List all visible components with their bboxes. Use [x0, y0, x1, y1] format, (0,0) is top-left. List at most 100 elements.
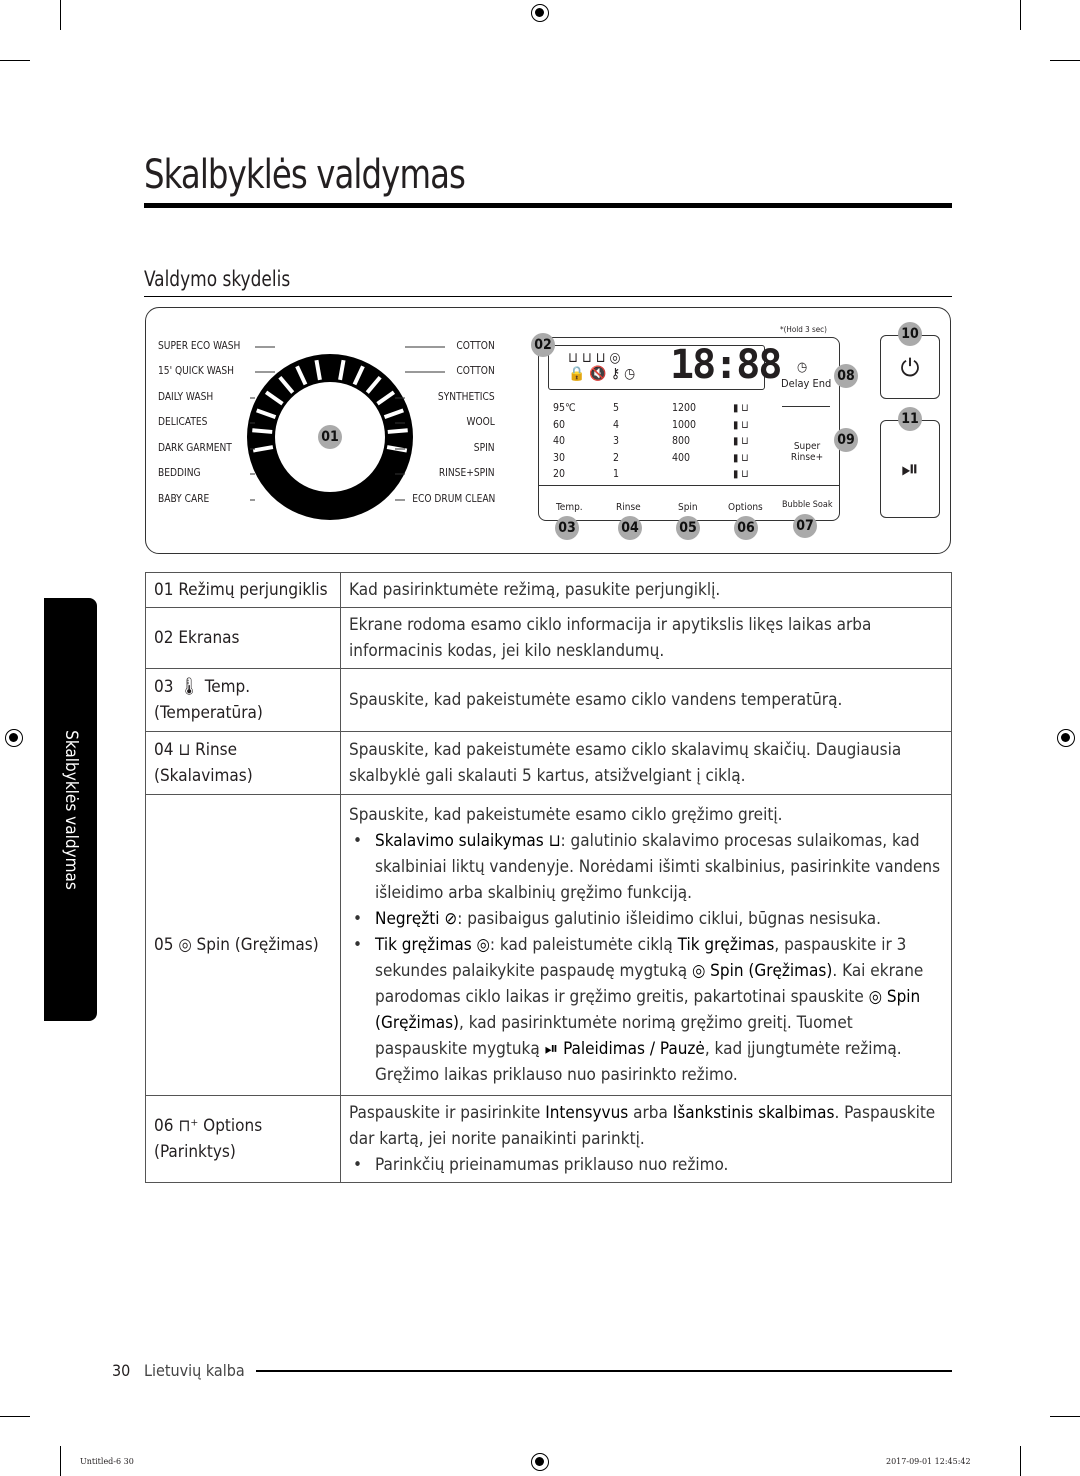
panel-button-rinse[interactable]: Rinse [616, 502, 641, 513]
page-title: Skalbyklės valdymas [144, 152, 466, 198]
row-label: 04 ⊔ Rinse (Skalavimas) [145, 731, 341, 795]
crop-mark [1050, 1416, 1080, 1417]
row-label: 02 Ekranas [145, 607, 341, 669]
text: Kad pasirinktumėte režimą, pasukite perj… [349, 580, 721, 600]
program-label-left: BABY CARE [158, 492, 210, 505]
section-rule [144, 296, 952, 297]
option-indicator-icon: ▮ ⊔ [733, 418, 749, 431]
dial-tick [387, 428, 408, 434]
callout-badge: 01 [318, 425, 342, 449]
footer-language: Lietuvių kalba [144, 1361, 245, 1380]
paragraph: Kad pasirinktumėte režimą, pasukite perj… [349, 577, 943, 603]
dial-tick [252, 428, 273, 434]
bullet-list: Skalavimo sulaikymas ⊔: galutinio skalav… [349, 828, 943, 1088]
text: Spauskite, kad pakeistumėte esamo ciklo … [349, 805, 783, 825]
section-title: Valdymo skydelis [144, 267, 291, 291]
side-tab-label: Skalbyklės valdymas [60, 729, 81, 890]
callout-badge: 06 [734, 516, 758, 540]
panel-button-options[interactable]: Options [728, 502, 763, 513]
page-number: 30 [112, 1361, 131, 1380]
row-label: 01 Režimų perjungiklis [145, 572, 341, 608]
option-indicator-icon: ▮ ⊔ [733, 402, 749, 414]
table-row: 01 Režimų perjungiklis Kad pasirinktumėte… [145, 572, 952, 608]
title-rule [144, 203, 952, 208]
program-label-left: DELICATES [158, 415, 208, 428]
option-indicator-icon: ▮ ⊔ [733, 451, 749, 464]
program-label-left: BEDDING [158, 466, 201, 479]
table-row: 06 ⊓⁺ Options (Parinktys) Paspauskite ir p… [145, 1095, 952, 1183]
row-label-line: 02 Ekranas [154, 628, 240, 648]
panel-button-temp-[interactable]: Temp. [556, 502, 583, 513]
callout-badge: 09 [834, 428, 858, 452]
text: Paspauskite ir pasirinkite [349, 1103, 546, 1123]
term: Skalavimo sulaikymas ⊔ [375, 831, 561, 851]
program-label-right: SPIN [474, 441, 495, 454]
option-indicator-icon: ▮ ⊔ [733, 468, 749, 480]
callout-badge: 08 [834, 364, 858, 388]
row-label-line: (Skalavimas) [154, 766, 253, 786]
bullet-item: Skalavimo sulaikymas ⊔: galutinio skalav… [349, 828, 943, 906]
table-row: 04 ⊔ Rinse (Skalavimas) Spauskite, kad pak… [145, 731, 952, 795]
text: Spauskite, kad pakeistumėte esamo ciklo … [349, 740, 902, 786]
paragraph: Spauskite, kad pakeistumėte esamo ciklo … [349, 737, 943, 789]
crop-mark [0, 60, 30, 61]
callout-badge: 11 [898, 407, 922, 431]
program-label-right: RINSE+SPIN [439, 466, 495, 479]
divider [782, 406, 830, 407]
side-tab: Skalbyklės valdymas [44, 598, 97, 1021]
level-spins: 1000 [672, 418, 697, 431]
option-indicator-icon: ▮ ⊔ [733, 435, 749, 447]
text: Parinkčių prieinamumas priklauso nuo rež… [375, 1155, 729, 1175]
row-description: Ekrane rodoma esamo ciklo informacija ir… [340, 607, 952, 669]
registration-mark-icon [531, 4, 549, 22]
level-temps: 60 [553, 418, 566, 431]
divider [538, 485, 840, 486]
row-label-line: (Temperatūra) [154, 703, 263, 723]
delay-end-label[interactable]: Delay End [781, 377, 831, 390]
program-label-right: WOOL [466, 415, 495, 428]
level-rinses: 1 [613, 468, 620, 480]
term: ◎ Spin (Gręžimas) [691, 961, 833, 981]
bullet-list: Parinkčių prieinamumas priklauso nuo rež… [349, 1152, 943, 1178]
row-description: Spauskite, kad pakeistumėte esamo ciklo … [340, 794, 952, 1096]
registration-mark-icon [5, 729, 23, 747]
bullet-item: Negręžti ⊘: pasibaigus galutinio išleidi… [349, 906, 943, 932]
paragraph: Spauskite, kad pakeistumėte esamo ciklo … [349, 687, 943, 713]
level-temps: 20 [553, 468, 566, 480]
row-label-line: 03 🌡 Temp. [154, 677, 251, 697]
callout-badge: 04 [618, 516, 642, 540]
term: Negręžti ⊘ [375, 909, 458, 929]
level-rinses: 3 [613, 435, 620, 447]
clock-icon: ◷ [797, 360, 808, 375]
print-info-right: 2017-09-01 12:45:42 [886, 1457, 971, 1466]
registration-mark-icon [531, 1453, 549, 1471]
row-label-line: 05 ◎ Spin (Gręžimas) [154, 935, 319, 955]
program-label-right: ECO DRUM CLEAN [411, 492, 495, 505]
table-row: 03 🌡 Temp. (Temperatūra) Spauskite, kad pa… [145, 668, 952, 732]
row-label: 03 🌡 Temp. (Temperatūra) [145, 668, 341, 732]
display-digits: 18:88 [670, 342, 782, 388]
row-label-line: 06 ⊓⁺ Options [154, 1116, 263, 1136]
row-label-line: 01 Režimų perjungiklis [154, 580, 328, 600]
text: arba [628, 1103, 673, 1123]
paragraph: Ekrane rodoma esamo ciklo informacija ir… [349, 612, 943, 664]
bullet-item: Tik gręžimas ◎: kad paleistumėte ciklą T… [349, 932, 943, 1088]
level-spins: 1200 [672, 402, 697, 414]
paragraph: Paspauskite ir pasirinkite Intensyvus ar… [349, 1100, 943, 1152]
level-temps: 40 [553, 435, 566, 447]
callout-badge: 10 [898, 322, 922, 346]
bullet-item: Parinkčių prieinamumas priklauso nuo rež… [349, 1152, 943, 1178]
row-description: Paspauskite ir pasirinkite Intensyvus ar… [340, 1095, 952, 1183]
level-temps: 30 [553, 451, 566, 464]
term: Tik gręžimas [677, 935, 775, 955]
term: Tik gręžimas ◎ [375, 935, 490, 955]
term: Išankstinis skalbimas [672, 1103, 835, 1123]
controls-table: 01 Režimų perjungiklis Kad pasirinktumėte… [145, 572, 952, 1183]
row-description: Kad pasirinktumėte režimą, pasukite perj… [340, 572, 952, 608]
table-row: 05 ◎ Spin (Gręžimas) Spauskite, kad pakei… [145, 794, 952, 1096]
row-description: Spauskite, kad pakeistumėte esamo ciklo … [340, 668, 952, 732]
start-pause-button[interactable]: ⏯ [880, 420, 940, 518]
panel-button-bubble-soak[interactable]: Bubble Soak [782, 500, 833, 510]
super-rinse-label[interactable]: Super Rinse+ [789, 441, 825, 463]
panel-button-spin[interactable]: Spin [678, 502, 698, 513]
